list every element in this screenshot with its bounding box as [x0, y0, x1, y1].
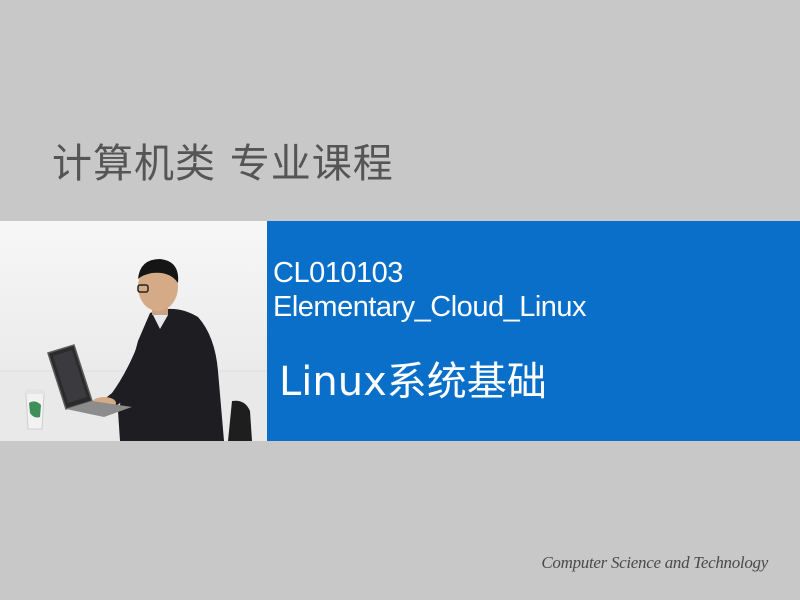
course-name: Elementary_Cloud_Linux: [273, 291, 587, 323]
person-laptop-photo: [0, 221, 267, 441]
course-code: CL010103: [273, 257, 403, 289]
title-band: CL010103 Elementary_Cloud_Linux Linux系统基…: [0, 221, 800, 441]
footer-department: Computer Science and Technology: [541, 553, 768, 572]
category-title: 计算机类 专业课程: [52, 141, 394, 187]
course-info-panel: CL010103 Elementary_Cloud_Linux Linux系统基…: [267, 221, 800, 441]
slide: 计算机类 专业课程 CL010103 Elementary_Cloud_Linu…: [0, 0, 800, 600]
course-title: Linux系统基础: [279, 359, 547, 405]
